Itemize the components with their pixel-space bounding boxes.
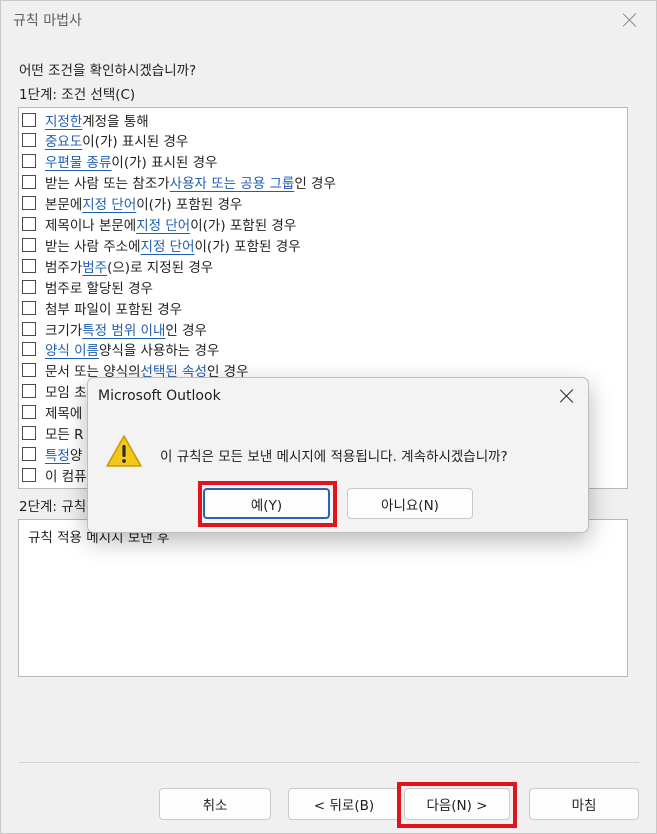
finish-button[interactable]: 마침 <box>529 788 639 820</box>
condition-text: 모임 초 <box>45 385 87 402</box>
condition-link[interactable]: 특정 <box>45 444 70 464</box>
condition-item[interactable]: 첨부 파일이 포함된 경우 <box>22 297 182 318</box>
condition-checkbox[interactable] <box>22 279 36 294</box>
condition-item[interactable]: 범주가 범주 (으)로 지정된 경우 <box>22 255 213 276</box>
condition-text: 이 컴퓨 <box>45 468 87 485</box>
condition-checkbox[interactable] <box>22 133 36 148</box>
next-button-highlight <box>397 782 517 828</box>
condition-text: 제목이나 본문에 <box>45 218 137 234</box>
condition-item[interactable]: 특정 양 <box>22 443 82 464</box>
condition-item[interactable]: 크기가 특정 범위 이내 인 경우 <box>22 318 207 339</box>
condition-checkbox[interactable] <box>22 175 36 190</box>
condition-text: 제목에 <box>45 406 83 423</box>
condition-checkbox[interactable] <box>22 405 36 420</box>
condition-link[interactable]: 지정 단어 <box>82 193 136 213</box>
condition-text: 인 경우 <box>294 176 336 193</box>
condition-text: 이(가) 포함된 경우 <box>190 218 297 234</box>
condition-link[interactable]: 사용자 또는 공용 그룹 <box>170 172 295 192</box>
step1-label: 1단계: 조건 선택(C) <box>19 87 136 103</box>
close-icon[interactable] <box>620 10 640 30</box>
condition-text: 범주가 <box>45 259 83 276</box>
condition-item[interactable]: 본문에 지정 단어 이(가) 포함된 경우 <box>22 193 242 214</box>
yes-button-highlight <box>198 481 337 527</box>
condition-item[interactable]: 양식 이름 양식을 사용하는 경우 <box>22 339 219 360</box>
condition-checkbox[interactable] <box>22 426 36 440</box>
condition-text: 이(가) 표시된 경우 <box>82 134 189 151</box>
condition-checkbox[interactable] <box>22 196 36 211</box>
condition-link[interactable]: 우편물 종류 <box>45 151 111 171</box>
title-bar: 규칙 마법사 <box>1 1 656 39</box>
condition-item[interactable]: 받는 사람 주소에 지정 단어 이(가) 포함된 경우 <box>22 234 301 255</box>
no-button[interactable]: 아니요(N) <box>347 488 473 519</box>
condition-checkbox[interactable] <box>22 112 36 127</box>
condition-text: 양식을 사용하는 경우 <box>98 343 220 360</box>
cancel-button[interactable]: 취소 <box>159 788 271 820</box>
condition-checkbox[interactable] <box>22 237 36 252</box>
condition-item[interactable]: 받는 사람 또는 참조가 사용자 또는 공용 그룹 인 경우 <box>22 172 336 193</box>
condition-checkbox[interactable] <box>22 363 36 378</box>
condition-text: 받는 사람 또는 참조가 <box>45 176 170 193</box>
condition-link[interactable]: 지정한 <box>45 110 82 130</box>
condition-link[interactable]: 지정 단어 <box>141 235 195 255</box>
condition-item[interactable]: 범주로 할당된 경우 <box>22 276 153 297</box>
condition-text: 인 경우 <box>165 322 207 339</box>
condition-text: 받는 사람 주소에 <box>45 238 141 255</box>
wizard-question: 어떤 조건을 확인하시겠습니까? <box>19 63 197 79</box>
rule-description-box[interactable]: 규칙 적용 메시지 보낸 후 <box>18 519 628 677</box>
condition-item[interactable]: 제목에 <box>22 402 82 423</box>
condition-text: 첨부 파일이 포함된 경우 <box>45 301 183 318</box>
condition-text: 이(가) 표시된 경우 <box>111 155 218 172</box>
condition-text: 계정을 통해 <box>82 113 149 130</box>
condition-item[interactable]: 중요도 이(가) 표시된 경우 <box>22 130 188 151</box>
condition-checkbox[interactable] <box>22 300 36 315</box>
condition-item[interactable]: 우편물 종류 이(가) 표시된 경우 <box>22 151 217 172</box>
condition-item[interactable]: 이 컴퓨 <box>22 464 87 485</box>
condition-text: 본문에 <box>45 197 83 214</box>
condition-checkbox[interactable] <box>22 258 36 273</box>
dialog-message: 이 규칙은 모든 보낸 메시지에 적용됩니다. 계속하시겠습니까? <box>160 449 508 465</box>
condition-item[interactable]: 제목이나 본문에 지정 단어 이(가) 포함된 경우 <box>22 214 296 235</box>
condition-text: 이(가) 포함된 경우 <box>136 197 243 214</box>
condition-checkbox[interactable] <box>22 321 36 336</box>
condition-item[interactable]: 지정한 계정을 통해 <box>22 109 149 130</box>
condition-checkbox[interactable] <box>22 446 36 461</box>
condition-checkbox[interactable] <box>22 154 36 169</box>
condition-text: 크기가 <box>45 322 83 339</box>
condition-text: 범주로 할당된 경우 <box>45 280 153 297</box>
condition-text: 모든 R <box>45 427 84 443</box>
dialog-title: Microsoft Outlook <box>98 388 221 404</box>
condition-link[interactable]: 중요도 <box>45 130 82 150</box>
condition-item[interactable]: 모임 초 <box>22 381 87 402</box>
condition-link[interactable]: 양식 이름 <box>45 339 99 359</box>
condition-checkbox[interactable] <box>22 467 36 482</box>
dialog-close-icon[interactable] <box>558 387 576 405</box>
condition-text: 이(가) 포함된 경우 <box>194 238 301 255</box>
condition-link[interactable]: 특정 범위 이내 <box>82 319 165 339</box>
warning-icon <box>106 435 142 467</box>
condition-checkbox[interactable] <box>22 217 36 231</box>
condition-link[interactable]: 범주 <box>82 256 107 276</box>
window-title: 규칙 마법사 <box>13 13 82 29</box>
condition-item[interactable]: 모든 R <box>22 423 84 444</box>
step2-label: 2단계: 규칙 <box>19 499 87 515</box>
back-button[interactable]: < 뒤로(B) <box>288 788 400 820</box>
condition-text: 양 <box>69 447 83 464</box>
condition-text: (으)로 지정된 경우 <box>107 259 214 276</box>
condition-checkbox[interactable] <box>22 384 36 399</box>
condition-link[interactable]: 지정 단어 <box>136 214 190 234</box>
confirm-dialog: Microsoft Outlook 이 규칙은 모든 보낸 메시지에 적용됩니다… <box>87 377 589 533</box>
condition-checkbox[interactable] <box>22 342 36 357</box>
footer-divider <box>19 762 639 763</box>
